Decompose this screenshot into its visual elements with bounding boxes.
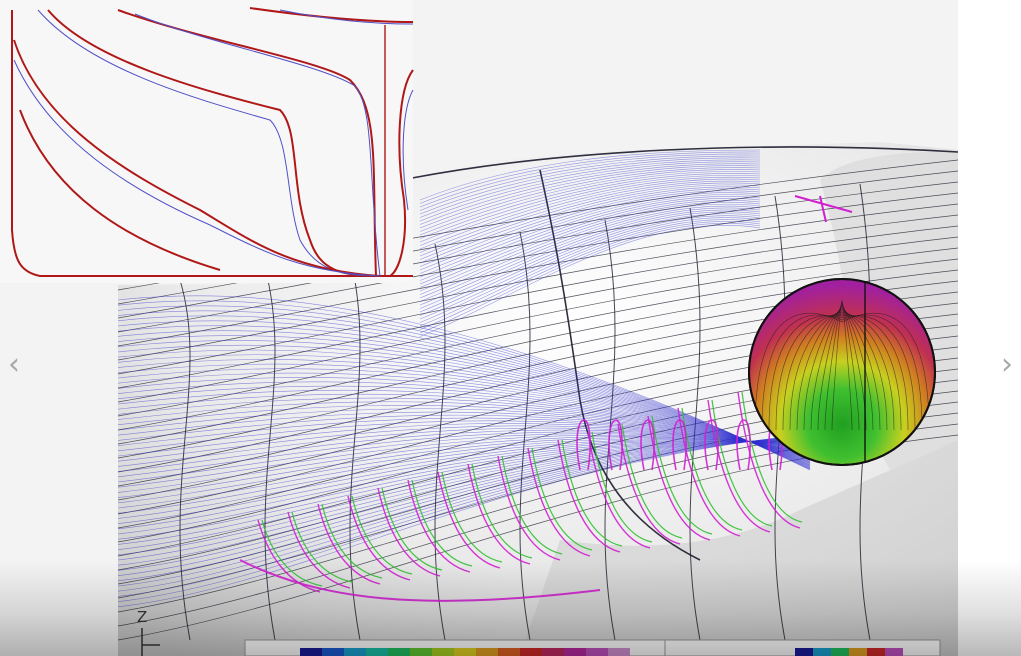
legend-swatch [432, 648, 454, 656]
legend-swatch [813, 648, 831, 656]
legend-swatch [542, 648, 564, 656]
slide-image: Z [0, 0, 958, 656]
wake-contour-disk [748, 278, 936, 466]
color-legend [244, 639, 941, 656]
legend-swatch [410, 648, 432, 656]
slide-viewer: Z ‹ › [0, 0, 1021, 656]
legend-swatch [498, 648, 520, 656]
legend-swatch [520, 648, 542, 656]
legend-swatch [849, 648, 867, 656]
legend-swatch [366, 648, 388, 656]
next-slide-button[interactable]: › [993, 345, 1021, 385]
prev-slide-button[interactable]: ‹ [0, 345, 28, 385]
legend-swatch [300, 648, 322, 656]
chevron-left-icon: ‹ [8, 347, 20, 382]
legend-swatch [885, 648, 903, 656]
body-plan-inset [0, 0, 414, 283]
legend-swatch [867, 648, 885, 656]
legend-swatch [564, 648, 586, 656]
hull-flow-figure [0, 0, 958, 656]
legend-swatch [388, 648, 410, 656]
axis-z-label: Z [137, 608, 148, 626]
legend-swatch [454, 648, 476, 656]
legend-swatch [608, 648, 630, 656]
legend-swatch [795, 648, 813, 656]
legend-swatch [322, 648, 344, 656]
legend-swatch [831, 648, 849, 656]
chevron-right-icon: › [1001, 347, 1013, 382]
legend-swatch [476, 648, 498, 656]
legend-swatch [586, 648, 608, 656]
legend-swatch [344, 648, 366, 656]
